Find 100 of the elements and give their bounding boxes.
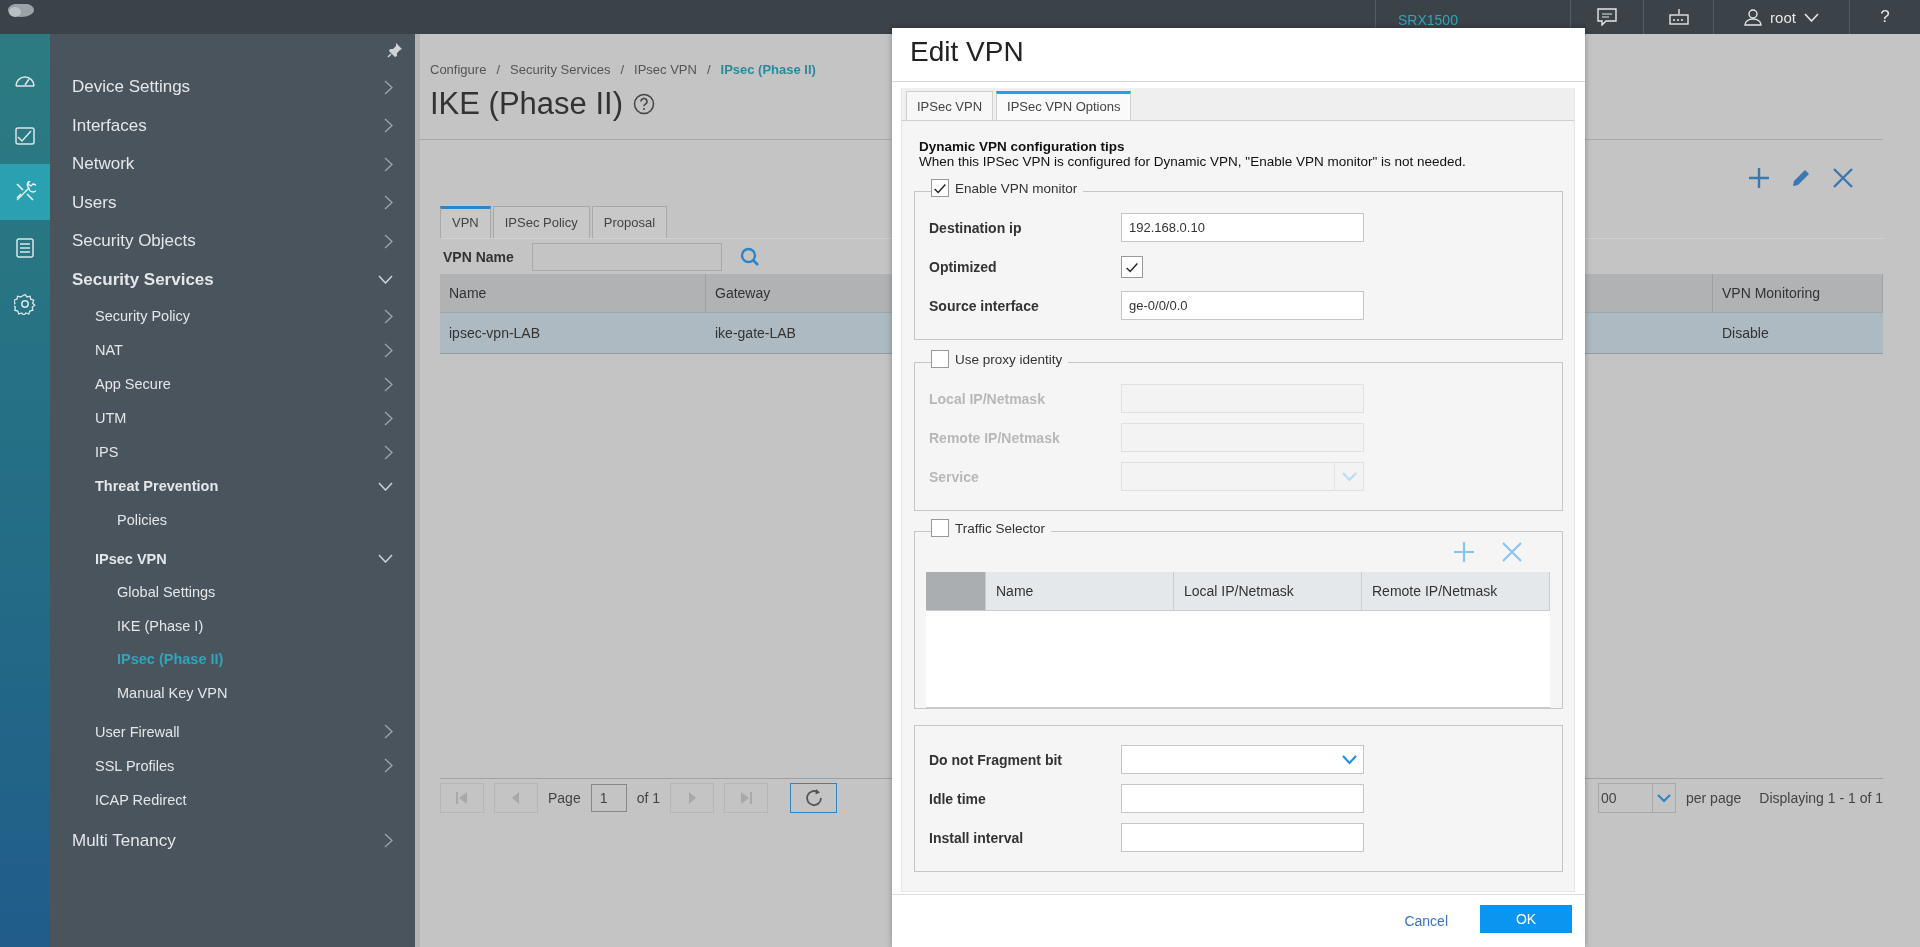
page-size-select[interactable]: 00 xyxy=(1598,783,1676,813)
checkbox[interactable] xyxy=(931,179,949,197)
sidebar-item[interactable]: Interfaces xyxy=(50,106,415,145)
document-icon xyxy=(16,238,34,258)
checkbox[interactable] xyxy=(931,350,949,368)
logo-icon[interactable] xyxy=(6,4,36,20)
user-icon[interactable] xyxy=(1744,8,1763,26)
dialog-title: Edit VPN xyxy=(892,28,1585,82)
sidebar-item[interactable]: Network xyxy=(50,145,415,184)
breadcrumb-separator: / xyxy=(496,62,500,77)
help-icon[interactable] xyxy=(632,93,655,115)
sidebar-item[interactable]: Device Settings xyxy=(50,68,415,107)
tips-text: When this IPSec VPN is configured for Dynamic VPN, "Enable VPN monitor" is not needed. xyxy=(919,154,1466,169)
delete-icon[interactable] xyxy=(1833,168,1853,188)
sidebar-item[interactable]: Security Objects xyxy=(50,222,415,261)
sidebar-item[interactable]: ICAP Redirect xyxy=(50,782,415,817)
tab[interactable]: IPSec Policy xyxy=(492,206,590,238)
field-label: Source interface xyxy=(929,297,1040,314)
chat-icon[interactable] xyxy=(1597,8,1617,26)
tools-icon xyxy=(14,181,36,203)
page-input[interactable]: 1 xyxy=(590,784,627,812)
sidebar-item[interactable]: Security Policy xyxy=(50,299,415,333)
chart-icon xyxy=(15,127,35,145)
ok-button[interactable]: OK xyxy=(1480,905,1572,933)
field-label: Local IP/Netmask xyxy=(929,390,1046,407)
add-icon[interactable] xyxy=(1749,168,1769,188)
input-field[interactable]: ge-0/0/0.0 xyxy=(1121,291,1364,320)
sidebar-item[interactable]: User Firewall xyxy=(50,714,415,749)
display-summary: Displaying 1 - 1 of 1 xyxy=(1759,790,1883,806)
sidebar-item[interactable]: Security Services xyxy=(50,260,415,299)
search-field[interactable] xyxy=(531,242,722,271)
breadcrumb-link[interactable]: Configure xyxy=(430,62,487,77)
dropdown[interactable] xyxy=(1121,745,1364,774)
column-header[interactable]: Name xyxy=(986,572,1174,610)
chevron-icon xyxy=(1341,471,1357,482)
chevron-icon xyxy=(1657,793,1671,803)
first-page-icon xyxy=(455,791,469,805)
column-header[interactable]: VPN Monitoring xyxy=(1713,274,1883,312)
chevron-icon[interactable] xyxy=(378,481,393,491)
column-header[interactable]: Local IP/Netmask xyxy=(1174,572,1362,610)
search-icon[interactable] xyxy=(739,246,760,267)
tab[interactable]: VPN xyxy=(440,206,491,238)
tab[interactable]: IPSec VPN Options xyxy=(996,91,1132,120)
input-field[interactable] xyxy=(1121,823,1364,852)
tab[interactable]: IPSec VPN xyxy=(906,91,994,120)
checkbox[interactable] xyxy=(931,519,949,537)
tips-heading: Dynamic VPN configuration tips xyxy=(919,139,1126,154)
field-label: Remote IP/Netmask xyxy=(929,429,1061,446)
edit-icon[interactable] xyxy=(1791,168,1811,188)
field-label: Service xyxy=(929,468,980,485)
sidebar-item[interactable]: Policies xyxy=(50,503,415,537)
sidebar-item[interactable]: IPS xyxy=(50,435,415,469)
input-field[interactable] xyxy=(1121,784,1364,813)
field-label: Install interval xyxy=(929,829,1025,846)
delete-icon[interactable] xyxy=(1502,542,1522,562)
sidebar-item[interactable]: Multi Tenancy xyxy=(50,821,415,860)
sidebar-item[interactable]: Users xyxy=(50,183,415,222)
checkbox[interactable] xyxy=(1121,255,1143,278)
breadcrumb-current: IPsec (Phase II) xyxy=(720,62,816,77)
sidebar-item[interactable]: Global Settings xyxy=(50,575,415,609)
refresh-button[interactable] xyxy=(790,783,838,813)
table-cell-text: Disable xyxy=(1721,325,1770,341)
chevron-icon[interactable] xyxy=(378,275,393,285)
refresh-icon xyxy=(803,788,824,808)
sidebar-item[interactable]: SSL Profiles xyxy=(50,748,415,783)
device-icon[interactable] xyxy=(1668,9,1689,25)
column-header[interactable]: Name xyxy=(440,274,706,312)
sidebar-item[interactable]: IPsec VPN xyxy=(50,541,415,576)
field-label: VPN Name xyxy=(443,248,514,265)
user-name[interactable]: root xyxy=(1770,8,1796,26)
page-title: IKE (Phase II) xyxy=(430,86,623,122)
device-name: SRX1500 xyxy=(1398,12,1458,28)
breadcrumb-separator: / xyxy=(620,62,625,77)
sidebar-item[interactable]: App Secure xyxy=(50,367,415,401)
input-field[interactable]: 192.168.0.10 xyxy=(1121,213,1364,242)
field-label: Do not Fragment bit xyxy=(929,751,1063,768)
cancel-button[interactable]: Cancel xyxy=(1398,912,1454,930)
sidebar-item[interactable]: NAT xyxy=(50,333,415,367)
field-label: Destination ip xyxy=(929,219,1023,236)
pin-icon[interactable] xyxy=(387,42,403,58)
sidebar-item[interactable]: Manual Key VPN xyxy=(50,676,415,710)
sidebar-item[interactable]: UTM xyxy=(50,401,415,435)
add-icon[interactable] xyxy=(1454,542,1474,562)
last-page-icon xyxy=(739,791,754,805)
page-count: of 1 xyxy=(636,790,661,806)
chevron-icon[interactable] xyxy=(378,554,393,563)
gear-icon xyxy=(14,293,36,315)
field-label: Idle time xyxy=(929,790,987,807)
page-label: Page xyxy=(548,790,581,806)
tab[interactable]: Proposal xyxy=(591,206,668,238)
sidebar-item[interactable]: Threat Prevention xyxy=(50,469,415,503)
chevron-icon xyxy=(1341,754,1357,765)
help-icon[interactable]: ? xyxy=(1880,7,1890,27)
per-page-label: per page xyxy=(1686,790,1742,806)
breadcrumb-link[interactable]: Security Services xyxy=(510,62,611,77)
breadcrumb-link[interactable]: IPsec VPN xyxy=(634,62,697,77)
table-cell-text: ike-gate-LAB xyxy=(714,325,797,341)
field-label: Optimized xyxy=(929,258,998,275)
column-header[interactable]: Remote IP/Netmask xyxy=(1362,572,1550,610)
sidebar-item[interactable]: IKE (Phase I) xyxy=(50,609,415,643)
